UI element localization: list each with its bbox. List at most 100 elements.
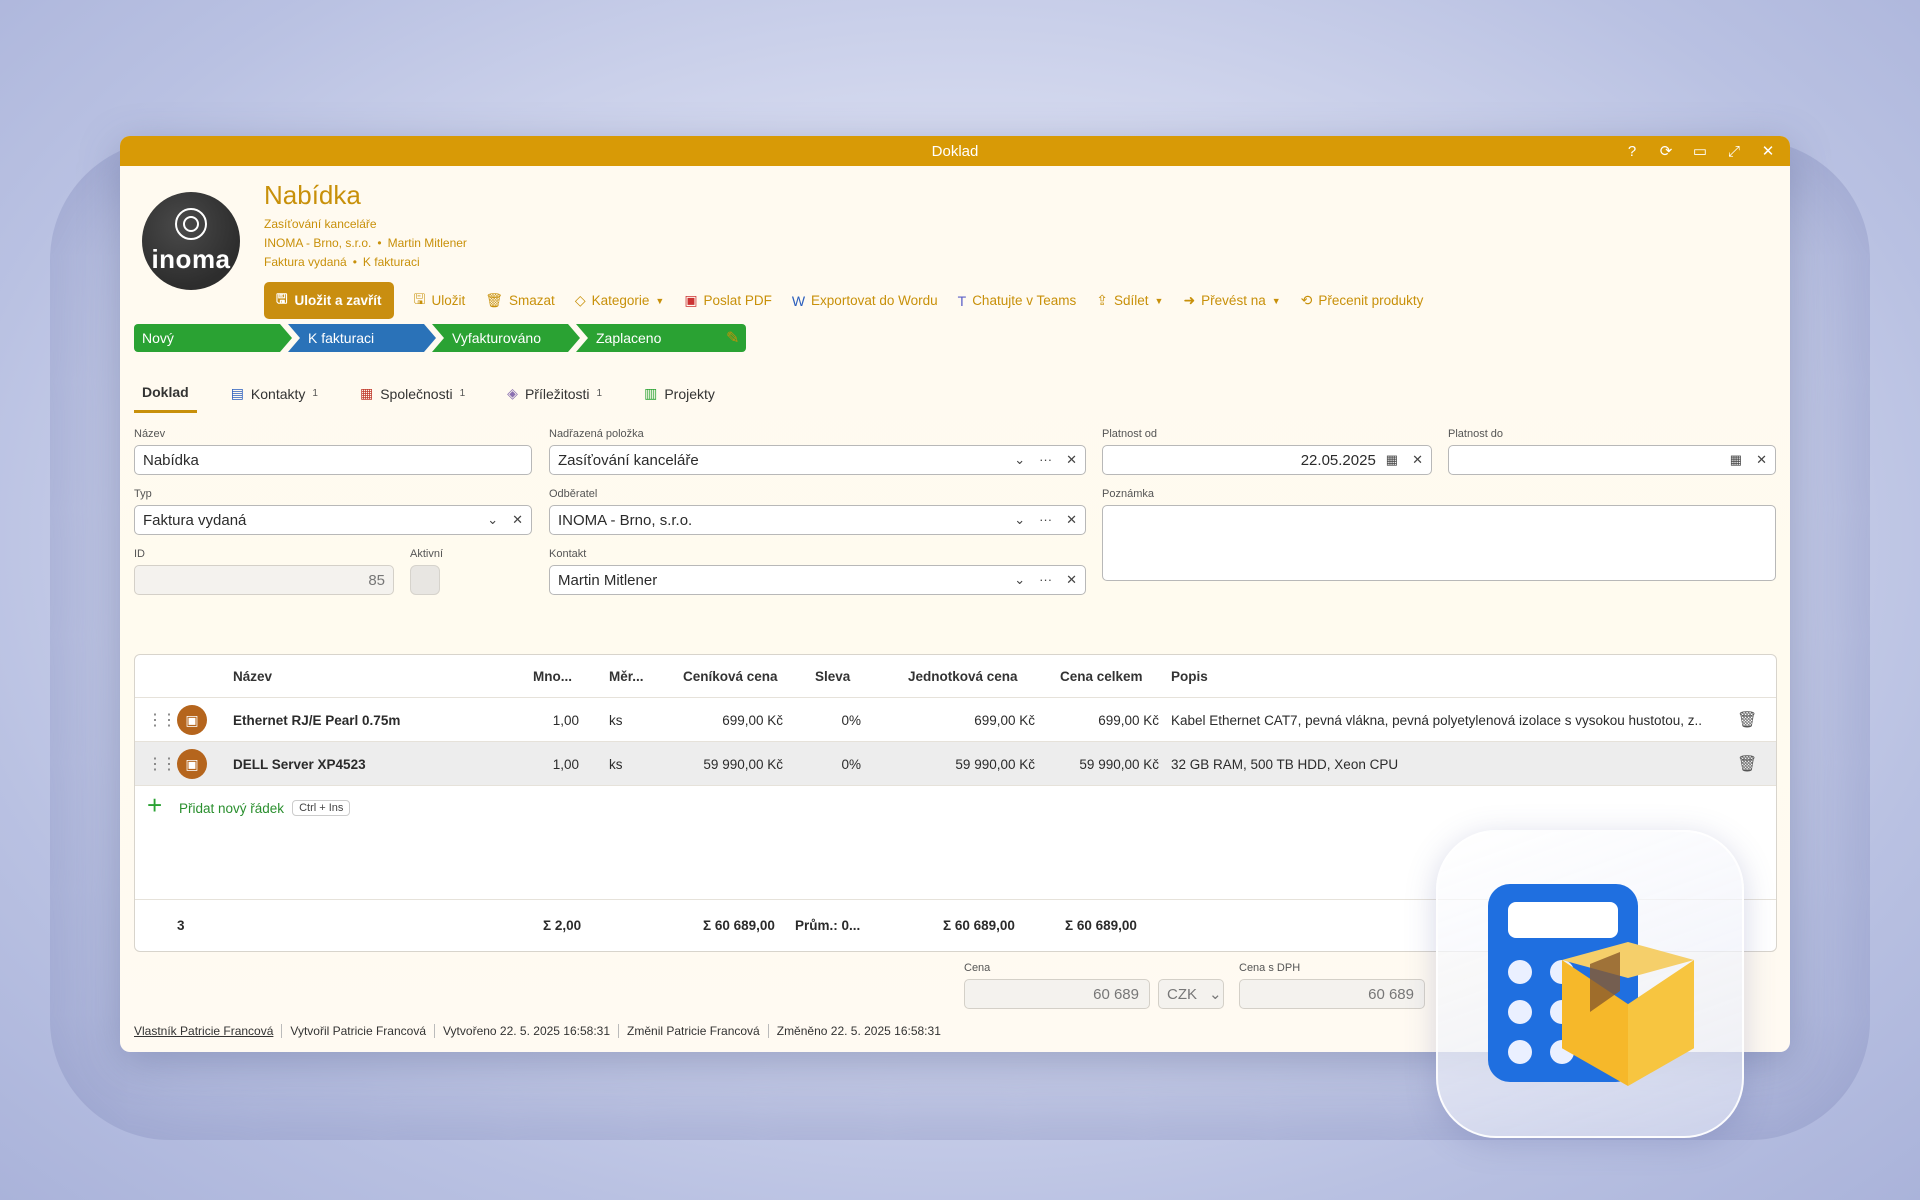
header-link-company[interactable]: INOMA - Brno, s.r.o. — [264, 236, 371, 250]
valid-from-field[interactable]: 22.05.2025 ▦ ✕ — [1102, 445, 1432, 475]
more-icon[interactable]: ··· — [1039, 512, 1052, 528]
note-textarea[interactable] — [1102, 505, 1776, 581]
chevron-down-icon: ▼ — [1154, 295, 1164, 306]
footer-unit-sum: Σ 60 689,00 — [943, 917, 1015, 933]
export-word-button[interactable]: W Exportovat do Wordu — [792, 293, 938, 309]
contact-field[interactable]: Martin Mitlener ⌄ ··· ✕ — [549, 565, 1086, 595]
avatar[interactable]: inoma — [142, 192, 240, 290]
convert-button[interactable]: ➜ Převést na ▼ — [1183, 292, 1280, 309]
trash-icon: 🗑 — [485, 292, 504, 308]
delete-button[interactable]: 🗑 Smazat — [485, 292, 555, 309]
row-list-price: 699,00 Kč — [722, 712, 783, 728]
stage-invoiced[interactable]: Vyfakturováno — [432, 324, 580, 352]
toolbar: 🖫 Uložit a zavřít 🖫 Uložit 🗑 Smazat ◇ Katego… — [264, 282, 1423, 319]
col-name[interactable]: Název — [233, 655, 272, 697]
monitor-icon[interactable]: ▭ — [1690, 141, 1710, 161]
clear-icon[interactable]: ✕ — [1412, 452, 1423, 468]
type-select[interactable]: Faktura vydaná ⌄ ✕ — [134, 505, 532, 535]
col-unit[interactable]: Měr... — [609, 655, 644, 697]
row-unit: ks — [609, 756, 623, 772]
reprice-button[interactable]: ⟲ Přecenit produkty — [1301, 292, 1424, 309]
col-description[interactable]: Popis — [1171, 655, 1208, 697]
table-row[interactable]: ⋮⋮ ▣ DELL Server XP4523 1,00 ks 59 990,0… — [135, 741, 1776, 786]
changed-date: Změněno 22. 5. 2025 16:58:31 — [767, 1024, 949, 1038]
type-label: Typ — [134, 488, 152, 500]
footer-qty-sum: Σ 2,00 — [543, 917, 582, 933]
row-total: 699,00 Kč — [1098, 712, 1159, 728]
save-button[interactable]: 🖫 Uložit — [414, 289, 466, 313]
table-row[interactable]: ⋮⋮ ▣ Ethernet RJ/E Pearl 0.75m 1,00 ks 6… — [135, 697, 1776, 742]
stage-to-invoice[interactable]: K fakturaci — [288, 324, 436, 352]
tab-contacts[interactable]: ▤ Kontakty 1 — [223, 378, 326, 413]
pdf-icon: ▣ — [684, 292, 698, 308]
stage-paid[interactable]: Zaplaceno — [576, 324, 746, 352]
tab-projects[interactable]: ▥ Projekty — [636, 378, 723, 413]
row-unit-price: 59 990,00 Kč — [955, 756, 1035, 772]
save-close-button[interactable]: 🖫 Uložit a zavřít — [264, 282, 394, 319]
row-list-price: 59 990,00 Kč — [703, 756, 783, 772]
currency-select[interactable]: CZK ⌄ — [1158, 979, 1224, 1009]
clear-icon[interactable]: ✕ — [1066, 452, 1077, 468]
add-row-button[interactable]: Přidat nový řádek — [179, 801, 284, 816]
calendar-icon[interactable]: ▦ — [1730, 452, 1742, 468]
parent-field[interactable]: Zasíťování kanceláře ⌄ ··· ✕ — [549, 445, 1086, 475]
chevron-down-icon: ▼ — [1271, 295, 1281, 306]
tab-companies[interactable]: ▦ Společnosti 1 — [352, 378, 473, 413]
refresh-icon[interactable]: ⟳ — [1656, 141, 1676, 161]
col-qty[interactable]: Mno... — [533, 655, 572, 697]
header-link-parent[interactable]: Zasíťování kanceláře — [264, 217, 377, 231]
changed-by: Změnil Patricie Francová — [618, 1024, 768, 1038]
valid-to-field[interactable]: ▦ ✕ — [1448, 445, 1776, 475]
chevron-down-icon[interactable]: ⌄ — [1014, 572, 1025, 588]
trash-icon[interactable]: 🗑 — [1737, 742, 1757, 786]
category-button[interactable]: ◇ Kategorie ▼ — [575, 292, 665, 309]
drag-handle-icon[interactable]: ⋮⋮ — [147, 742, 177, 786]
header-link-contact[interactable]: Martin Mitlener — [388, 236, 467, 250]
col-total[interactable]: Cena celkem — [1060, 655, 1143, 697]
valid-from-label: Platnost od — [1102, 428, 1158, 440]
col-unit-price[interactable]: Jednotková cena — [908, 655, 1018, 697]
clear-icon[interactable]: ✕ — [1066, 512, 1077, 528]
title-bar: Doklad ? ⟳ ▭ ⤢ ✕ — [120, 136, 1790, 166]
pencil-icon[interactable]: ✎ — [726, 328, 739, 348]
parent-label: Nadřazená položka — [549, 428, 644, 440]
tab-document[interactable]: Doklad — [134, 378, 197, 413]
teams-button[interactable]: T Chatujte v Teams — [958, 293, 1077, 309]
stage-new[interactable]: Nový — [134, 324, 292, 352]
chevron-down-icon[interactable]: ⌄ — [1014, 452, 1025, 468]
row-description: 32 GB RAM, 500 TB HDD, Xeon CPU — [1171, 756, 1399, 772]
chevron-down-icon[interactable]: ⌄ — [487, 512, 498, 528]
note-label: Poznámka — [1102, 488, 1154, 500]
name-field[interactable]: Nabídka — [134, 445, 532, 475]
add-row-area: + Přidat nový řádek Ctrl + Ins — [135, 785, 1776, 830]
send-pdf-button[interactable]: ▣ Poslat PDF — [684, 292, 772, 309]
vat-price-field: 60 689 — [1239, 979, 1425, 1009]
active-checkbox[interactable] — [410, 565, 440, 595]
close-icon[interactable]: ✕ — [1758, 141, 1778, 161]
owner-link[interactable]: Vlastník Patricie Francová — [134, 1024, 281, 1038]
tab-opportunities[interactable]: ◈ Příležitosti 1 — [499, 378, 610, 413]
col-discount[interactable]: Sleva — [815, 655, 850, 697]
share-button[interactable]: ⇪ Sdílet ▼ — [1096, 292, 1163, 309]
more-icon[interactable]: ··· — [1039, 452, 1052, 468]
clear-icon[interactable]: ✕ — [1066, 572, 1077, 588]
tab-count: 1 — [596, 388, 603, 399]
id-field: 85 — [134, 565, 394, 595]
trash-icon[interactable]: 🗑 — [1737, 698, 1757, 742]
customer-field[interactable]: INOMA - Brno, s.r.o. ⌄ ··· ✕ — [549, 505, 1086, 535]
chevron-down-icon[interactable]: ⌄ — [1014, 512, 1025, 528]
drag-handle-icon[interactable]: ⋮⋮ — [147, 698, 177, 742]
save-icon: 🖫 — [276, 291, 288, 306]
col-list-price[interactable]: Ceníková cena — [683, 655, 778, 697]
created-by: Vytvořil Patricie Francová — [281, 1024, 434, 1038]
help-icon[interactable]: ? — [1622, 141, 1642, 161]
more-icon[interactable]: ··· — [1039, 572, 1052, 588]
audit-footer: Vlastník Patricie Francová Vytvořil Patr… — [134, 1024, 949, 1038]
plus-icon[interactable]: + — [147, 790, 162, 821]
calendar-icon[interactable]: ▦ — [1386, 452, 1398, 468]
footer-discount-avg: Prům.: 0... — [795, 917, 861, 933]
row-name: DELL Server XP4523 — [233, 756, 366, 772]
clear-icon[interactable]: ✕ — [1756, 452, 1767, 468]
clear-icon[interactable]: ✕ — [512, 512, 523, 528]
expand-icon[interactable]: ⤢ — [1724, 141, 1744, 161]
